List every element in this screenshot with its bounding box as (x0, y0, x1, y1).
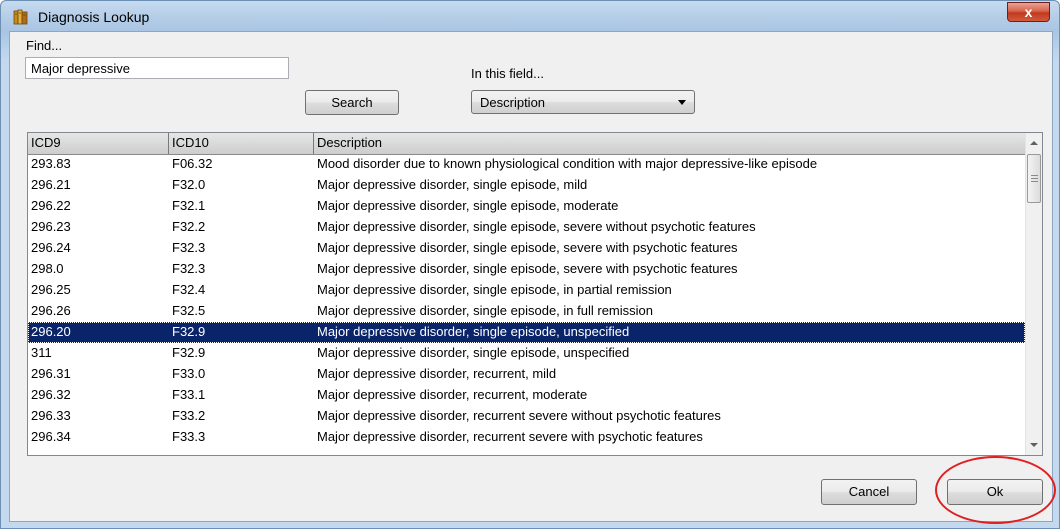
icd10-cell: F32.9 (172, 345, 206, 360)
description-cell: Major depressive disorder, single episod… (317, 282, 672, 297)
icd9-cell: 296.20 (31, 324, 71, 339)
description-cell: Major depressive disorder, recurrent, mo… (317, 387, 588, 402)
close-icon: x (1024, 4, 1033, 20)
find-input[interactable] (25, 57, 289, 79)
description-cell: Major depressive disorder, single episod… (317, 345, 630, 360)
icd10-cell: F32.4 (172, 282, 206, 297)
description-cell: Mood disorder due to known physiological… (317, 156, 818, 171)
field-label: In this field... (471, 66, 544, 81)
grip-line (1031, 181, 1038, 182)
description-cell: Major depressive disorder, single episod… (317, 219, 756, 234)
icd10-cell: F33.1 (172, 387, 206, 402)
icd9-cell: 296.26 (31, 303, 71, 318)
table-rows: 293.83 F06.32 Mood disorder due to known p… (28, 154, 1025, 448)
icd9-cell: 296.25 (31, 282, 71, 297)
icd9-cell: 296.32 (31, 387, 71, 402)
table-row[interactable]: 296.26 F32.5 Major depressive disorder, si… (28, 301, 1025, 322)
description-cell: Major depressive disorder, recurrent, mi… (317, 366, 557, 381)
icd9-cell: 296.21 (31, 177, 71, 192)
scroll-down-icon[interactable] (1030, 443, 1038, 447)
description-cell: Major depressive disorder, single episod… (317, 303, 653, 318)
grip-line (1031, 175, 1038, 176)
cancel-button[interactable]: Cancel (821, 479, 917, 505)
table-row[interactable]: 296.24 F32.3 Major depressive disorder, si… (28, 238, 1025, 259)
description-cell: Major depressive disorder, recurrent sev… (317, 408, 721, 423)
table-row[interactable]: 296.31 F33.0 Major depressive disorder, re… (28, 364, 1025, 385)
vertical-scrollbar[interactable] (1025, 133, 1042, 455)
column-header-description[interactable]: Description (314, 133, 1025, 154)
field-select-value: Description (480, 95, 546, 110)
icd10-cell: F33.3 (172, 429, 206, 444)
description-cell: Major depressive disorder, single episod… (317, 324, 630, 339)
description-cell: Major depressive disorder, single episod… (317, 261, 738, 276)
field-select[interactable]: Description (471, 90, 695, 114)
icd10-cell: F32.3 (172, 261, 206, 276)
column-header-icd10[interactable]: ICD10 (169, 133, 314, 154)
icd9-cell: 298.0 (31, 261, 64, 276)
icd9-cell: 296.24 (31, 240, 71, 255)
table-row[interactable]: 296.34 F33.3 Major depressive disorder, re… (28, 427, 1025, 448)
icd10-cell: F33.0 (172, 366, 206, 381)
table-header: ICD9 ICD10 Description (28, 133, 1025, 155)
search-button[interactable]: Search (305, 90, 399, 115)
grip-line (1031, 178, 1038, 179)
table-row[interactable]: 296.33 F33.2 Major depressive disorder, re… (28, 406, 1025, 427)
description-cell: Major depressive disorder, recurrent sev… (317, 429, 703, 444)
table-row[interactable]: 296.22 F32.1 Major depressive disorder, si… (28, 196, 1025, 217)
icd10-cell: F32.0 (172, 177, 206, 192)
red-circle-annotation (935, 456, 1056, 524)
icd10-cell: F32.2 (172, 219, 206, 234)
icd9-cell: 293.83 (31, 156, 71, 171)
table-row[interactable]: 296.20 F32.9 Major depressive disorder, si… (28, 322, 1025, 343)
icd10-cell: F32.1 (172, 198, 206, 213)
table-row[interactable]: 293.83 F06.32 Mood disorder due to known p… (28, 154, 1025, 175)
table-row[interactable]: 296.32 F33.1 Major depressive disorder, re… (28, 385, 1025, 406)
description-cell: Major depressive disorder, single episod… (317, 198, 619, 213)
icd10-cell: F06.32 (172, 156, 213, 171)
books-icon (13, 9, 29, 25)
scroll-thumb[interactable] (1027, 154, 1041, 203)
icd10-cell: F33.2 (172, 408, 206, 423)
column-header-icd9[interactable]: ICD9 (28, 133, 169, 154)
icd10-cell: F32.3 (172, 240, 206, 255)
icd10-cell: F32.5 (172, 303, 206, 318)
icd9-cell: 296.22 (31, 198, 71, 213)
icd9-cell: 296.33 (31, 408, 71, 423)
description-cell: Major depressive disorder, single episod… (317, 177, 588, 192)
title-bar[interactable]: Diagnosis Lookup x (1, 1, 1059, 31)
diagnosis-lookup-window: Diagnosis Lookup x Find... Search In thi… (0, 0, 1060, 529)
table-row[interactable]: 296.25 F32.4 Major depressive disorder, si… (28, 280, 1025, 301)
chevron-down-icon (678, 100, 686, 105)
icd9-cell: 296.31 (31, 366, 71, 381)
scroll-up-icon[interactable] (1030, 141, 1038, 145)
table-row[interactable]: 311 F32.9 Major depressive disorder, singl… (28, 343, 1025, 364)
window-title: Diagnosis Lookup (38, 9, 150, 25)
icd10-cell: F32.9 (172, 324, 206, 339)
icd9-cell: 296.34 (31, 429, 71, 444)
description-cell: Major depressive disorder, single episod… (317, 240, 738, 255)
icd9-cell: 311 (31, 345, 52, 360)
table-row[interactable]: 298.0 F32.3 Major depressive disorder, sin… (28, 259, 1025, 280)
table-row[interactable]: 296.23 F32.2 Major depressive disorder, si… (28, 217, 1025, 238)
find-label: Find... (26, 38, 63, 53)
diagnosis-table[interactable]: ICD9 ICD10 Description 293.83 F06.32 Mood … (27, 132, 1043, 456)
table-row[interactable]: 296.21 F32.0 Major depressive disorder, si… (28, 175, 1025, 196)
close-button[interactable]: x (1007, 2, 1050, 22)
icd9-cell: 296.23 (31, 219, 71, 234)
